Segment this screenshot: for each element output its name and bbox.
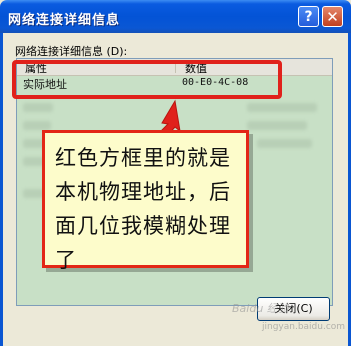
- callout-text: 红色方框里的就是本机物理地址，后面几位我模糊处理了: [55, 146, 231, 272]
- watermark: Baidu 经验: [232, 302, 289, 315]
- watermark-url: jingyan.baidu.com: [262, 322, 346, 332]
- annotation-callout: 红色方框里的就是本机物理地址，后面几位我模糊处理了: [42, 130, 249, 272]
